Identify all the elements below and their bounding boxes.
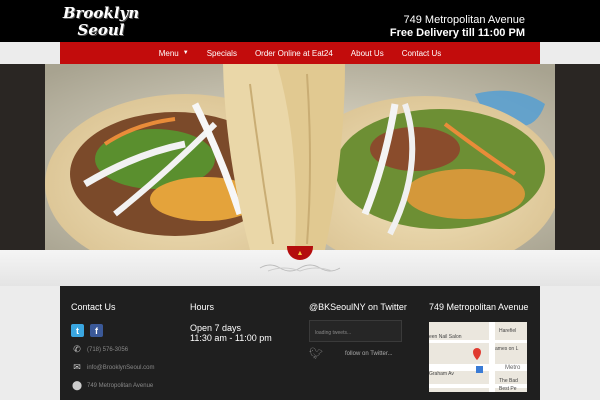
contact-phone-row: ✆ (718) 576-3056 xyxy=(71,344,181,355)
contact-address-row: ⬤ 749 Metropolitan Avenue xyxy=(71,380,181,391)
footer-twitter-column: @BKSeoulNY on Twitter loading tweets... … xyxy=(309,302,419,360)
nav-item-menu[interactable]: Menu ▼ xyxy=(150,49,198,58)
contact-phone[interactable]: (718) 576-3056 xyxy=(87,347,128,353)
contact-email[interactable]: info@BrooklynSeoul.com xyxy=(87,365,154,371)
location-map[interactable]: een Nail Salon Harefiel ames on L Graham… xyxy=(429,322,527,392)
footer-contact-title: Contact Us xyxy=(71,302,116,312)
tweet-feed: loading tweets... xyxy=(309,320,402,342)
footer: Contact Us t f ✆ (718) 576-3056 ✉ info@B… xyxy=(60,286,540,400)
brand-logo[interactable]: Brooklyn Seoul xyxy=(60,5,142,39)
phone-icon: ✆ xyxy=(73,344,81,354)
brand-line-2: Seoul xyxy=(77,21,125,39)
map-label-nail-salon: een Nail Salon xyxy=(429,334,462,340)
location-pin-icon: ⬤ xyxy=(71,380,83,390)
nav-item-contact[interactable]: Contact Us xyxy=(393,49,451,58)
header-address-block: 749 Metropolitan Avenue Free Delivery ti… xyxy=(390,14,525,40)
hero-image xyxy=(45,64,555,250)
mail-icon: ✉ xyxy=(73,362,81,372)
map-label-best: Best Pe xyxy=(499,386,517,392)
brand-line-1: Brooklyn xyxy=(62,4,140,22)
map-label-the-bad: The Bad xyxy=(499,378,518,384)
nav-item-menu-label: Menu xyxy=(158,48,179,58)
map-label-james: ames on L xyxy=(495,346,519,352)
contact-email-row: ✉ info@BrooklynSeoul.com xyxy=(71,362,181,373)
footer-hours-title: Hours xyxy=(190,302,215,312)
contact-address: 749 Metropolitan Avenue xyxy=(87,382,154,389)
follow-twitter-link[interactable]: follow on Twitter... xyxy=(345,351,393,357)
map-label-graham: Graham Av xyxy=(429,371,454,377)
nav-item-about[interactable]: About Us xyxy=(342,49,393,58)
nav-item-specials[interactable]: Specials xyxy=(198,49,246,58)
twitter-bird-icon: 🐦︎ xyxy=(309,348,323,360)
header-bar: Brooklyn Seoul 749 Metropolitan Avenue F… xyxy=(0,0,600,42)
main-nav: Menu ▼ Specials Order Online at Eat24 Ab… xyxy=(60,42,540,65)
footer-map-title: 749 Metropolitan Avenue xyxy=(429,302,529,312)
footer-twitter-title: @BKSeoulNY on Twitter xyxy=(309,302,407,312)
hours-text: Open 7 days 11:30 am - 11:00 pm xyxy=(190,323,300,343)
nav-item-order-online[interactable]: Order Online at Eat24 xyxy=(246,49,342,58)
twitter-icon[interactable]: t xyxy=(71,324,84,337)
header-address: 749 Metropolitan Avenue xyxy=(403,14,526,26)
hours-line-2: 11:30 am - 11:00 pm xyxy=(190,333,272,343)
footer-hours-column: Hours Open 7 days 11:30 am - 11:00 pm xyxy=(190,302,300,343)
footer-map-column: 749 Metropolitan Avenue een Nail Salon H… xyxy=(429,302,534,392)
chevron-down-icon: ▼ xyxy=(182,50,189,56)
hours-line-1: Open 7 days xyxy=(190,323,242,333)
map-label-metro: Metro xyxy=(505,365,521,371)
facebook-icon[interactable]: f xyxy=(90,324,103,337)
caret-up-icon: ▲ xyxy=(296,249,304,257)
map-label-harefield: Harefiel xyxy=(499,328,516,334)
twitter-follow-row: 🐦︎ follow on Twitter... xyxy=(309,347,419,360)
footer-contact-column: Contact Us t f ✆ (718) 576-3056 ✉ info@B… xyxy=(71,302,181,391)
subway-marker-icon xyxy=(476,366,483,373)
social-links: t f xyxy=(71,324,181,337)
header-delivery: Free Delivery till 11:00 PM xyxy=(389,27,525,39)
flourish-ornament xyxy=(259,264,341,272)
